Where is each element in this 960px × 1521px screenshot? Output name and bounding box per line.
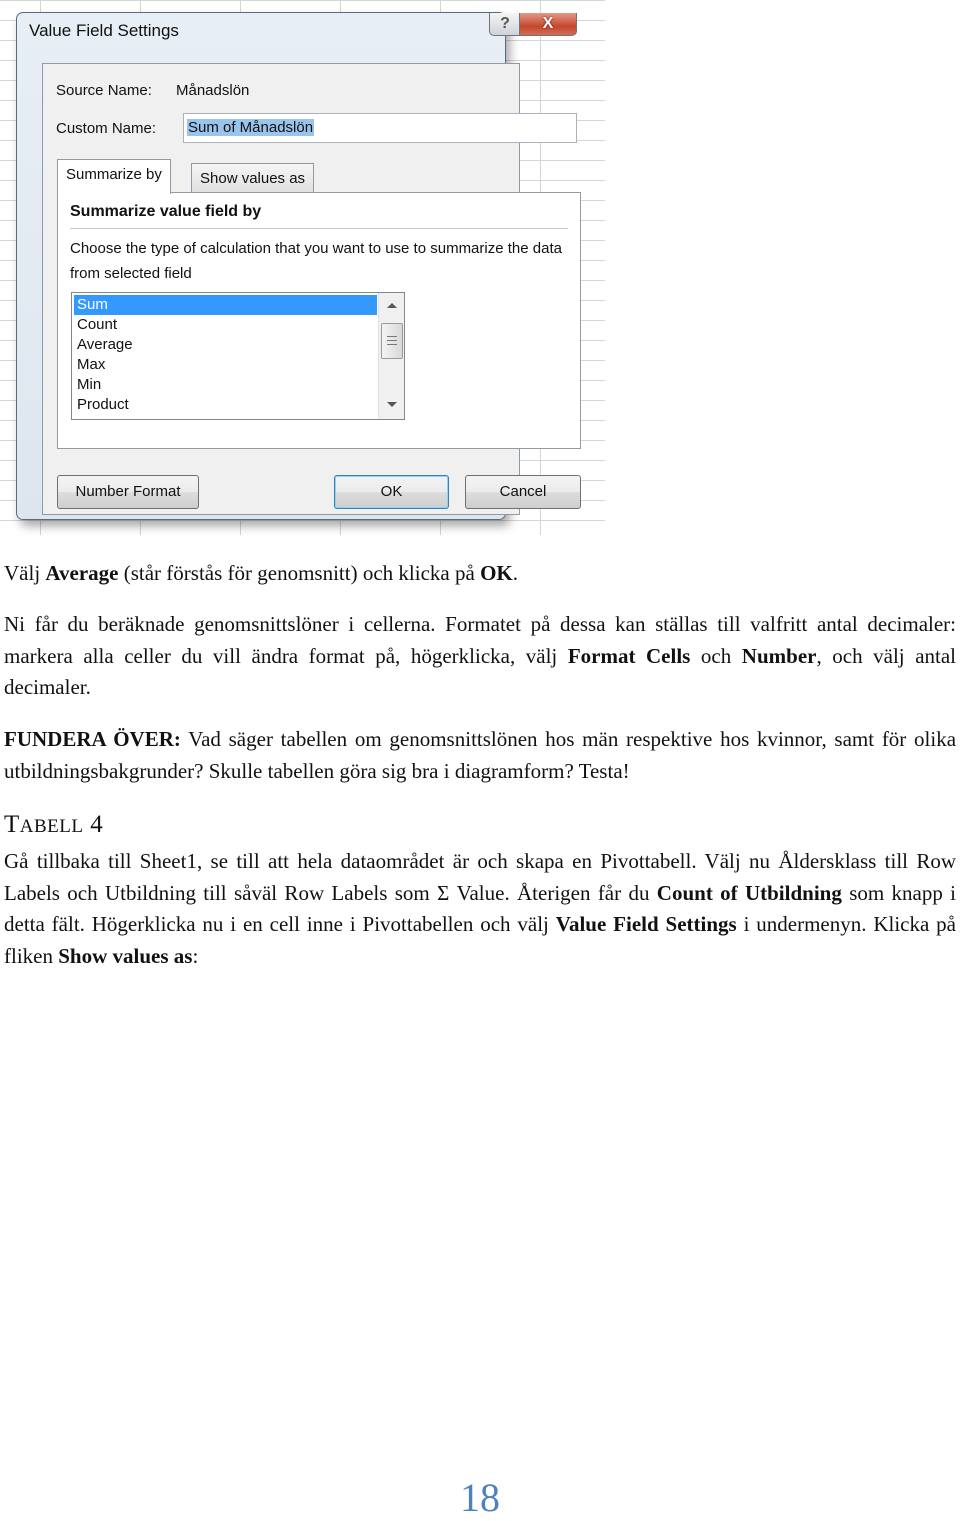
source-name-value: Månadslön <box>176 82 250 99</box>
text: och <box>690 643 742 668</box>
grip-line <box>387 344 397 345</box>
summarize-by-panel: Summarize value field by Choose the type… <box>57 192 581 449</box>
close-button[interactable]: X <box>519 13 577 36</box>
custom-name-input[interactable]: Sum of Månadslön <box>183 113 577 143</box>
custom-name-label: Custom Name: <box>56 120 157 137</box>
list-item-average[interactable]: Average <box>74 335 377 355</box>
list-item-sum[interactable]: Sum <box>74 295 377 315</box>
panel-title: Summarize value field by <box>70 203 262 220</box>
calculation-listbox[interactable]: Sum Count Average Max Min Product <box>71 292 405 420</box>
close-icon: X <box>542 15 554 32</box>
divider <box>70 228 568 229</box>
grip-line <box>387 340 397 341</box>
screenshot-image: Value Field Settings ? X Source Name: Må… <box>0 0 605 535</box>
bold-text: Format Cells <box>567 643 691 668</box>
grip-line <box>387 336 397 337</box>
bold-text: Show values as <box>58 943 193 968</box>
list-item-product[interactable]: Product <box>74 395 377 415</box>
heading-initial: T <box>4 811 20 838</box>
scroll-thumb[interactable] <box>381 323 403 359</box>
cancel-button[interactable]: Cancel <box>465 475 581 509</box>
paragraph-format-decimals: Ni får du beräknade genomsnittslöner i c… <box>4 609 956 704</box>
source-name-label: Source Name: <box>56 82 152 99</box>
text: Välj <box>4 561 46 585</box>
scroll-up-arrow-icon[interactable] <box>387 303 397 308</box>
help-button[interactable]: ? <box>489 13 521 36</box>
custom-name-value: Sum of Månadslön <box>187 119 315 136</box>
listbox-scrollbar[interactable] <box>378 293 404 419</box>
bold-text: Value Field Settings <box>555 912 737 936</box>
ok-button[interactable]: OK <box>334 475 449 509</box>
dialog-title: Value Field Settings <box>29 21 179 40</box>
list-item-min[interactable]: Min <box>74 375 377 395</box>
text: (står förstås för genomsnitt) och klicka… <box>118 561 481 585</box>
tab-show-values-as[interactable]: Show values as <box>191 163 315 194</box>
scroll-down-arrow-icon[interactable] <box>387 402 397 407</box>
bold-text: FUNDERA ÖVER: <box>4 727 181 751</box>
value-field-settings-dialog: Value Field Settings ? X Source Name: Må… <box>16 12 581 520</box>
page-number: 18 <box>460 1475 500 1520</box>
heading-number: 4 <box>83 811 104 838</box>
bold-text: Count of Utbildning <box>656 880 842 905</box>
tab-summarize-by[interactable]: Summarize by <box>57 159 171 194</box>
list-item-count[interactable]: Count <box>74 315 377 335</box>
list-item-max[interactable]: Max <box>74 355 377 375</box>
bold-text: OK <box>480 561 513 585</box>
bold-text: Average <box>45 561 119 585</box>
panel-description: Choose the type of calculation that you … <box>70 240 562 282</box>
section-heading: TABELL 4 <box>4 811 103 839</box>
paragraph-instructions: Gå tillbaka till Sheet1, se till att hel… <box>4 846 956 972</box>
bold-text: Number <box>741 643 817 668</box>
text: . <box>512 561 518 585</box>
number-format-button[interactable]: Number Format <box>57 475 199 509</box>
text: : <box>192 943 199 968</box>
paragraph-choose-average: Välj Average (står förstås för genomsnit… <box>4 558 956 590</box>
dialog-client-area: Source Name: Månadslön Custom Name: Sum … <box>42 63 581 515</box>
heading-smallcaps: ABELL <box>19 816 84 837</box>
paragraph-reflect: FUNDERA ÖVER: Vad säger tabellen om geno… <box>4 724 956 787</box>
